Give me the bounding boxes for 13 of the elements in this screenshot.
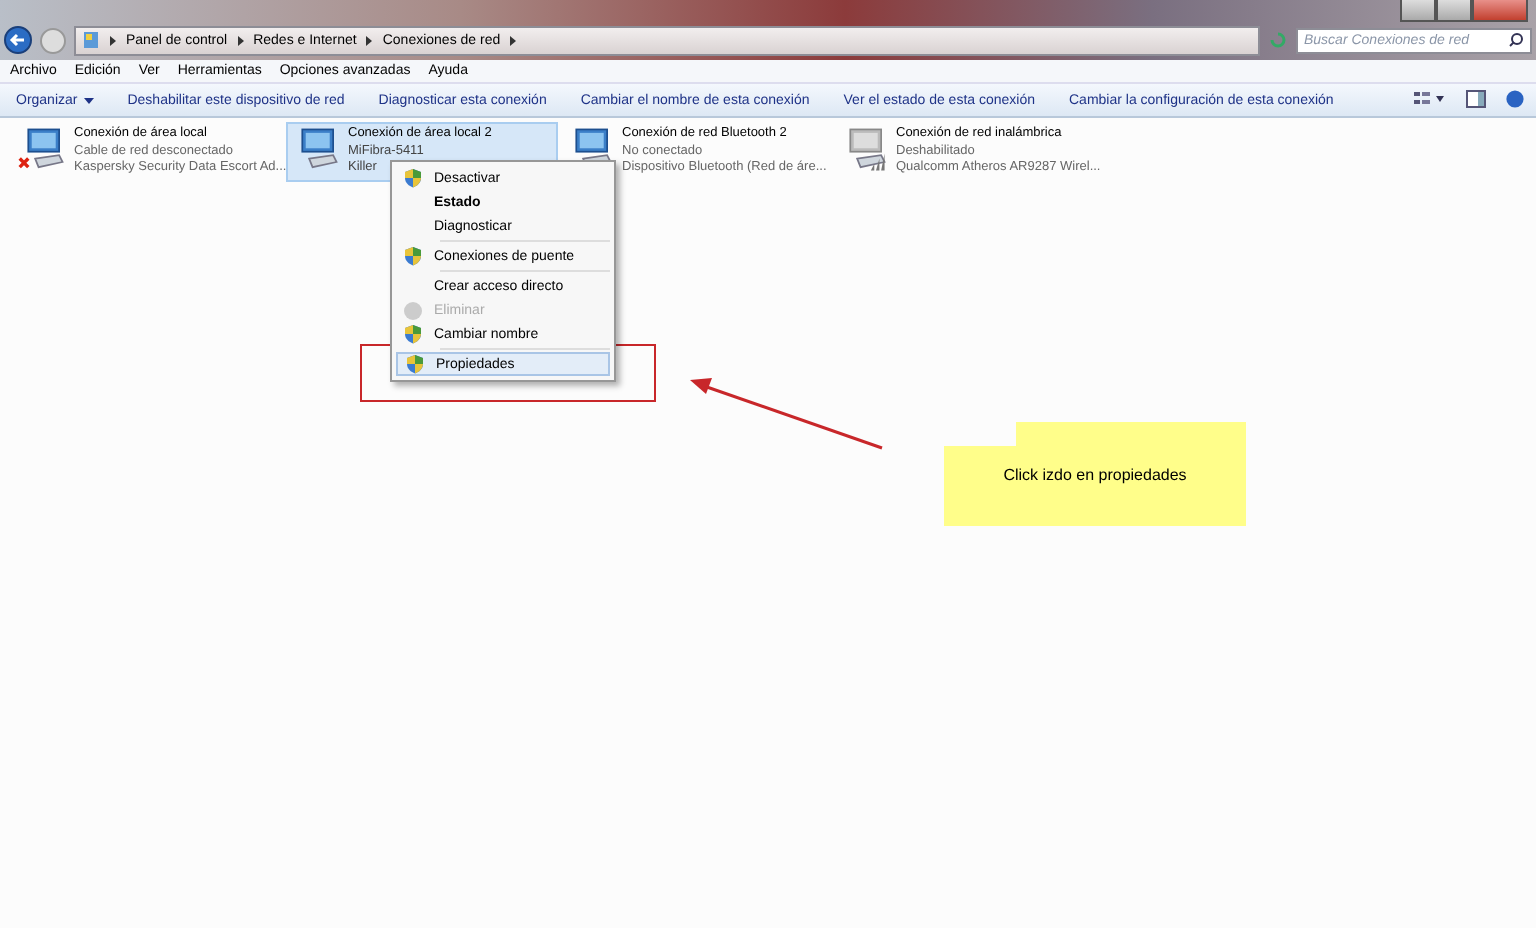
chevron-icon (510, 35, 517, 45)
preview-pane-icon[interactable] (1466, 90, 1486, 108)
search-icon (1508, 32, 1524, 48)
note-text: Click izdo en propiedades (1003, 465, 1187, 483)
chevron-icon (366, 35, 373, 45)
view-options-icon[interactable] (1414, 90, 1446, 108)
chevron-icon (110, 35, 116, 45)
maximize-button[interactable] (1436, 0, 1472, 22)
chevron-icon (237, 35, 244, 45)
control-panel-icon (82, 30, 100, 50)
back-button[interactable] (4, 26, 32, 54)
minimize-button[interactable] (1400, 0, 1436, 22)
close-button[interactable] (1472, 0, 1528, 22)
